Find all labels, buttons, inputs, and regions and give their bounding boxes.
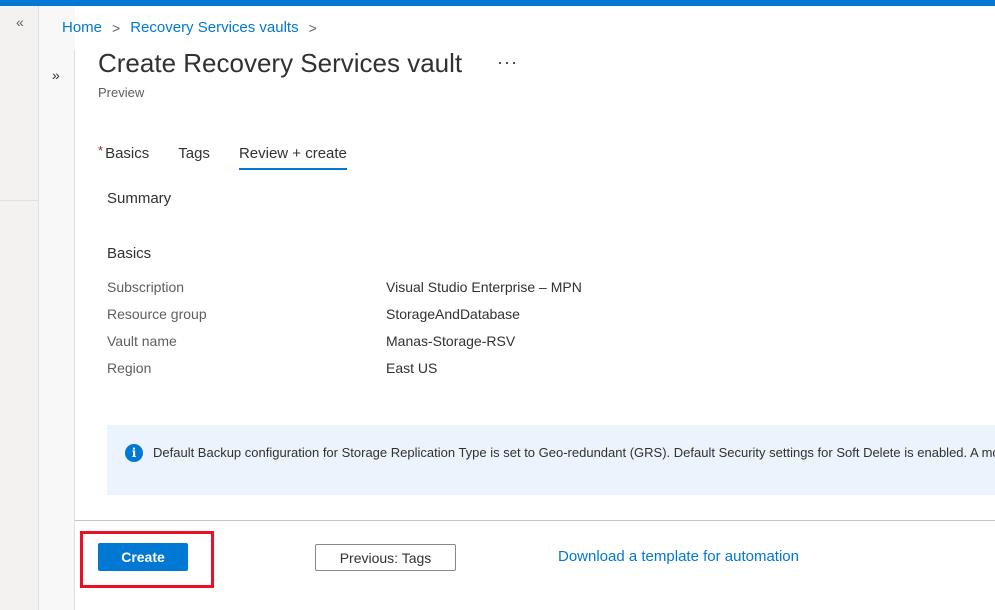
required-marker: * — [98, 143, 104, 158]
summary-row-label: Subscription — [107, 279, 185, 295]
info-message-bar: i Default Backup configuration for Stora… — [107, 425, 995, 495]
panel-edge — [74, 50, 75, 610]
tab-tags[interactable]: Tags — [178, 145, 210, 170]
breadcrumb-vaults-link[interactable]: Recovery Services vaults — [130, 19, 298, 36]
more-options-icon[interactable]: ··· — [497, 52, 518, 73]
tab-review-create[interactable]: Review + create — [238, 145, 347, 170]
summary-row-label: Resource group — [107, 306, 207, 322]
breadcrumb: Home > Recovery Services vaults > — [62, 19, 327, 36]
breadcrumb-separator-icon: > — [308, 19, 317, 36]
page-subtitle: Preview — [98, 85, 145, 100]
previous-tags-button[interactable]: Previous: Tags — [315, 544, 456, 571]
tab-basics-label: Basics — [105, 145, 150, 162]
summary-row-value: Manas-Storage-RSV — [386, 333, 516, 349]
download-template-link[interactable]: Download a template for automation — [558, 548, 799, 565]
footer-divider — [75, 520, 995, 521]
tab-tags-label: Tags — [178, 145, 210, 162]
info-message-text: Default Backup configuration for Storage… — [153, 445, 995, 460]
summary-row-label: Vault name — [107, 333, 177, 349]
expand-panel-icon[interactable]: » — [52, 67, 60, 83]
page-title: Create Recovery Services vault — [98, 48, 463, 78]
tab-review-create-label: Review + create — [238, 145, 347, 162]
create-button[interactable]: Create — [98, 543, 188, 571]
summary-heading: Summary — [107, 190, 172, 207]
blade-gutter: » — [39, 6, 75, 610]
breadcrumb-home-link[interactable]: Home — [62, 19, 102, 36]
breadcrumb-separator-icon: > — [112, 19, 121, 36]
tab-basics[interactable]: * Basics — [98, 143, 150, 170]
basics-heading: Basics — [107, 245, 152, 262]
info-icon: i — [125, 444, 143, 462]
collapse-nav-icon[interactable]: « — [16, 14, 24, 30]
nav-divider — [0, 200, 38, 201]
summary-row-value: StorageAndDatabase — [386, 306, 520, 322]
top-accent-bar — [0, 0, 995, 6]
summary-row-value: East US — [386, 360, 438, 376]
wizard-tabs: * Basics Tags Review + create — [98, 143, 376, 170]
summary-row-label: Region — [107, 360, 152, 376]
summary-row-value: Visual Studio Enterprise – MPN — [386, 279, 582, 295]
left-nav: « — [0, 6, 39, 610]
